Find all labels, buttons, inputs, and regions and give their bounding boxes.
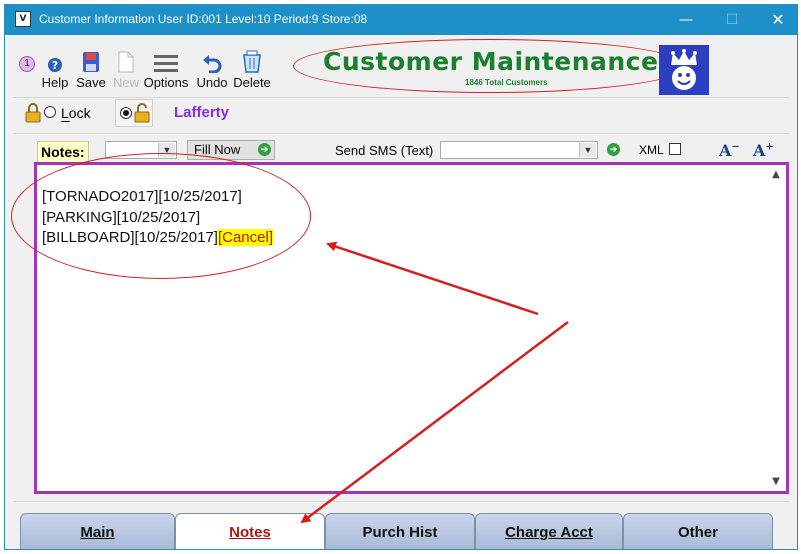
customer-information-window: V Customer Information User ID:001 Level… xyxy=(4,4,798,550)
note-line: [TORNADO2017][10/25/2017] xyxy=(42,187,273,208)
note-line-text: [BILLBOARD][10/25/2017] xyxy=(42,229,218,246)
font-increase-button[interactable]: A+ xyxy=(753,141,774,160)
close-button[interactable]: ✕ xyxy=(755,5,797,35)
options-button[interactable]: Options xyxy=(141,45,191,91)
toolbar: ? Help Save New Options Undo Delete xyxy=(15,45,285,91)
customer-count: 1846 Total Customers xyxy=(465,78,548,87)
crown-icon xyxy=(671,49,697,90)
notes-editor[interactable]: [TORNADO2017][10/25/2017] [PARKING][10/2… xyxy=(34,162,789,494)
delete-icon xyxy=(243,50,261,73)
save-button[interactable]: Save xyxy=(73,45,109,91)
tab-notes-label: Notes xyxy=(229,524,271,541)
tab-purch-hist-label: Purch Hist xyxy=(362,524,438,541)
save-icon xyxy=(83,52,99,72)
go-arrow-icon: ➔ xyxy=(258,143,271,156)
lock-label[interactable]: Lock xyxy=(61,105,91,121)
toolbar-separator xyxy=(13,97,789,98)
maximize-button[interactable]: ☐ xyxy=(709,5,755,35)
tab-main-label: Main xyxy=(80,524,115,541)
title-bar[interactable]: V Customer Information User ID:001 Level… xyxy=(5,5,797,35)
padlock-open-icon xyxy=(134,103,150,123)
chevron-down-icon[interactable]: ▼ xyxy=(579,143,596,157)
undo-icon xyxy=(203,55,222,73)
lock-separator xyxy=(13,133,789,134)
note-line-text: [PARKING][10/25/2017] xyxy=(42,208,201,226)
lock-row: Lock Lafferty xyxy=(25,99,797,131)
svg-text:?: ? xyxy=(52,59,58,72)
unlock-radio[interactable] xyxy=(120,107,132,119)
save-label: Save xyxy=(76,75,106,90)
tab-charge-acct[interactable]: Charge Acct xyxy=(475,513,623,549)
help-icon: ? xyxy=(48,58,62,72)
font-decrease-button[interactable]: A− xyxy=(719,141,740,160)
note-line: [PARKING][10/25/2017] xyxy=(42,208,273,229)
new-button[interactable]: New xyxy=(109,45,143,91)
page-title: Customer Maintenance xyxy=(323,47,659,76)
tab-notes[interactable]: Notes xyxy=(175,513,325,549)
minimize-button[interactable]: — xyxy=(663,5,709,35)
scroll-up-arrow[interactable]: ▲ xyxy=(770,169,782,180)
notes-template-select[interactable]: ▼ xyxy=(105,141,177,159)
font-increase-label: A xyxy=(753,141,766,160)
delete-button[interactable]: Delete xyxy=(231,45,273,91)
tab-other[interactable]: Other xyxy=(623,513,773,549)
tab-bar: Main Notes Purch Hist Charge Acct Other xyxy=(20,513,790,549)
xml-checkbox[interactable] xyxy=(669,143,681,155)
lock-radio[interactable] xyxy=(44,106,56,118)
delete-label: Delete xyxy=(233,75,271,90)
note-line-text: [TORNADO2017][10/25/2017] xyxy=(42,188,242,205)
chevron-down-icon[interactable]: ▼ xyxy=(158,143,175,157)
window-title: Customer Information User ID:001 Level:1… xyxy=(39,12,368,26)
notes-bar: Notes: ▼ Fill Now ➔ Send SMS (Text) ▼ ➔ … xyxy=(35,139,795,163)
editor-separator xyxy=(13,501,789,502)
lock-underline xyxy=(61,121,70,122)
unlock-group xyxy=(115,99,153,127)
xml-label: XML xyxy=(639,143,664,157)
scroll-down-arrow[interactable]: ▼ xyxy=(770,476,782,487)
help-label: Help xyxy=(41,75,69,90)
send-sms-label: Send SMS (Text) xyxy=(335,143,434,158)
tab-other-label: Other xyxy=(677,524,718,541)
notes-text[interactable]: [TORNADO2017][10/25/2017] [PARKING][10/2… xyxy=(42,187,273,249)
customer-name: Lafferty xyxy=(174,104,230,121)
fill-now-label: Fill Now xyxy=(194,142,241,157)
fill-now-button[interactable]: Fill Now ➔ xyxy=(187,140,275,160)
options-icon xyxy=(154,55,178,72)
new-label: New xyxy=(112,75,139,90)
send-sms-go-icon[interactable]: ➔ xyxy=(607,143,620,156)
tab-charge-acct-label: Charge Acct xyxy=(505,524,593,541)
new-document-icon xyxy=(118,51,134,73)
undo-label: Undo xyxy=(196,75,228,90)
cancel-highlight: [Cancel] xyxy=(217,229,273,246)
note-line: [BILLBOARD][10/25/2017][Cancel] xyxy=(42,228,273,249)
tab-purch-hist[interactable]: Purch Hist xyxy=(325,513,475,549)
tab-main[interactable]: Main xyxy=(20,513,175,549)
undo-button[interactable]: Undo xyxy=(193,45,231,91)
font-decrease-label: A xyxy=(719,141,732,160)
options-label: Options xyxy=(143,75,189,90)
sms-template-select[interactable]: ▼ xyxy=(440,141,598,159)
crown-smiley-logo xyxy=(659,45,709,95)
notes-label: Notes: xyxy=(37,141,89,163)
app-icon[interactable]: V xyxy=(15,11,31,27)
padlock-closed-icon xyxy=(25,103,41,123)
help-button[interactable]: ? Help xyxy=(35,45,75,91)
